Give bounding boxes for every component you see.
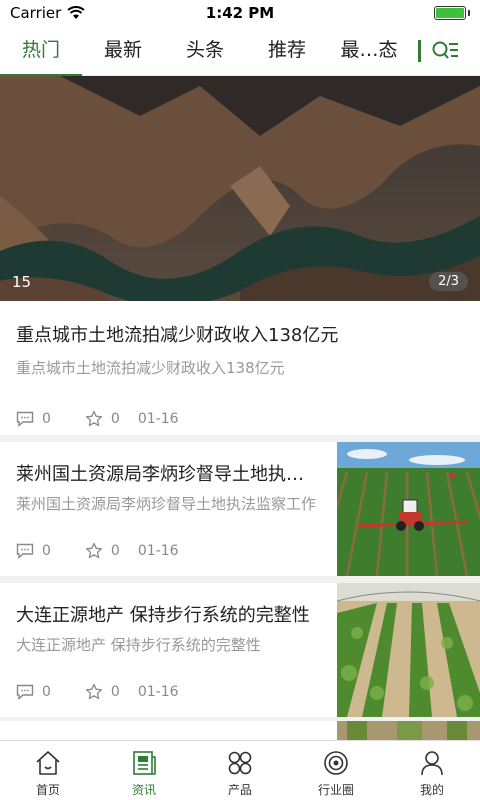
card-text: 莱州国土资源局李炳珍督导土地执法监察工作 莱州国土资源局李炳珍督导土地执法监察工… [16,460,321,534]
article-thumbnail [337,583,480,717]
article-meta: 0 0 01-16 [16,410,464,428]
article-meta: 0 0 01-16 [16,683,179,701]
comment-count-value: 0 [42,684,51,700]
nav-news[interactable]: 资讯 [96,741,192,800]
nav-label: 资讯 [131,783,156,797]
comment-icon [16,543,34,559]
like-count-value: 0 [110,684,120,700]
wifi-icon [67,6,85,19]
article-summary: 重点城市土地流拍减少财政收入138亿元 [16,359,285,377]
comment-count: 0 [16,543,51,559]
category-tabs: 热门 最新 头条 推荐 最…态 [0,26,480,76]
featured-article[interactable]: 重点城市土地流拍减少财政收入138亿元 重点城市土地流拍减少财政收入138亿元 … [0,301,480,435]
article-title: 重点城市土地流拍减少财政收入138亿元 [16,325,339,346]
like-count[interactable]: 0 [85,410,120,428]
profile-icon [421,751,443,776]
status-bar: Carrier 1:42 PM [0,0,480,26]
news-icon [133,751,156,775]
star-icon [85,410,102,427]
tab-divider [418,39,421,62]
list-item[interactable]: 大连正源地产 保持步行系统的完整性 大连正源地产 保持步行系统的完整性 0 0 … [0,583,480,717]
list-item[interactable]: 莱州国土资源局李炳珍督导土地执法监察工作 莱州国土资源局李炳珍督导土地执法监察工… [0,442,480,576]
like-count-value: 0 [110,411,120,427]
nav-home[interactable]: 首页 [0,741,96,800]
tab-hot[interactable]: 热门 [0,26,82,76]
article-date: 01-16 [137,411,179,427]
battery-icon [434,6,470,20]
industry-circle-icon [324,751,348,775]
tab-recommended[interactable]: 推荐 [246,26,328,76]
partial-field-image [337,721,480,741]
nav-industry-circle[interactable]: 行业圈 [288,741,384,800]
carrier-label: Carrier [10,4,62,22]
star-icon [85,542,102,559]
article-date: 01-16 [137,543,179,559]
article-title: 莱州国土资源局李炳珍督导土地执法监察工作 [16,464,321,485]
nav-label: 首页 [35,783,60,797]
comment-count: 0 [16,411,51,427]
comment-icon [16,411,34,427]
article-summary: 大连正源地产 保持步行系统的完整性 [16,636,261,654]
like-count[interactable]: 0 [85,542,120,560]
nav-label: 行业圈 [317,783,354,797]
hero-counter: 15 [12,273,32,291]
article-meta: 0 0 01-16 [16,542,179,560]
greenhouse-crops-image [337,583,480,717]
tab-headlines[interactable]: 头条 [164,26,246,76]
article-title: 大连正源地产 保持步行系统的完整性 [16,605,310,626]
home-icon [36,751,60,775]
search-menu-icon[interactable] [431,39,459,63]
tab-more[interactable]: 最…态 [328,26,410,76]
nav-products[interactable]: 产品 [192,741,288,800]
card-text: 大连正源地产 保持步行系统的完整性 大连正源地产 保持步行系统的完整性 [16,601,321,675]
tab-latest[interactable]: 最新 [82,26,164,76]
like-count-value: 0 [110,543,120,559]
comment-count: 0 [16,684,51,700]
comment-count-value: 0 [42,411,51,427]
comment-icon [16,684,34,700]
divider [0,435,480,442]
comment-count-value: 0 [42,543,51,559]
hero-image [0,76,480,301]
tractor-field-image [337,442,480,576]
nav-label: 我的 [419,783,444,797]
like-count[interactable]: 0 [85,683,120,701]
hero-page-indicator: 2/3 [429,272,468,291]
next-item-thumbnail [337,721,480,741]
star-icon [85,683,102,700]
nav-profile[interactable]: 我的 [384,741,480,800]
article-summary: 莱州国土资源局李炳珍督导土地执法监察工作 [16,495,317,513]
products-icon [228,751,252,775]
divider [0,576,480,583]
nav-label: 产品 [227,783,252,797]
article-date: 01-16 [137,684,179,700]
hero-banner[interactable]: 15 2/3 [0,76,480,301]
article-thumbnail [337,442,480,576]
status-left: Carrier [10,4,85,22]
bottom-navigation: 首页 资讯 产品 行业圈 我的 [0,740,480,800]
